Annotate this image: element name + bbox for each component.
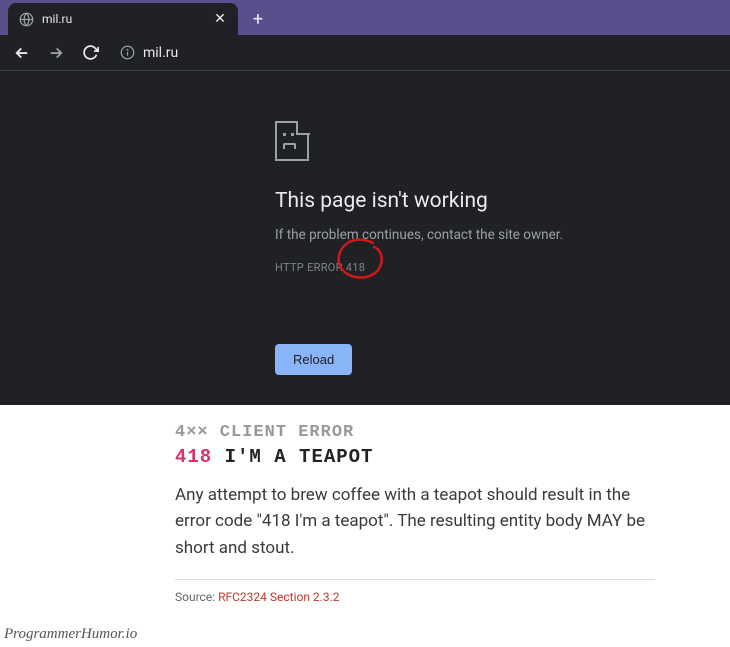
status-code: 418: [175, 446, 212, 468]
rfc-description: Any attempt to brew coffee with a teapot…: [175, 482, 655, 561]
reload-page-button[interactable]: Reload: [275, 344, 352, 375]
error-code: HTTP ERROR 418: [275, 261, 695, 274]
reload-button[interactable]: [76, 39, 104, 67]
back-button[interactable]: [8, 39, 36, 67]
chrome-error-page: This page isn't working If the problem c…: [0, 71, 730, 405]
tab-title: mil.ru: [42, 12, 204, 26]
url-text: mil.ru: [143, 45, 178, 61]
rfc-link[interactable]: RFC2324 Section 2.3.2: [218, 590, 339, 604]
error-name-line: 418 I'M A TEAPOT: [175, 446, 655, 468]
tab-bar: mil.ru ✕ +: [0, 0, 730, 35]
new-tab-button[interactable]: +: [244, 5, 272, 33]
address-bar: mil.ru: [0, 35, 730, 71]
divider: [175, 579, 655, 580]
watermark: ProgrammerHumor.io: [4, 626, 137, 643]
rfc-source: Source: RFC2324 Section 2.3.2: [175, 590, 655, 604]
globe-icon: [18, 11, 34, 27]
rfc-section: 4×× CLIENT ERROR 418 I'M A TEAPOT Any at…: [0, 405, 730, 614]
forward-button[interactable]: [42, 39, 70, 67]
close-icon[interactable]: ✕: [212, 11, 228, 27]
status-name: I'M A TEAPOT: [225, 446, 374, 468]
url-field[interactable]: mil.ru: [110, 39, 722, 67]
error-title: This page isn't working: [275, 189, 695, 213]
browser-tab[interactable]: mil.ru ✕: [8, 3, 238, 35]
info-icon[interactable]: [120, 45, 135, 60]
error-subtitle: If the problem continues, contact the si…: [275, 227, 695, 243]
browser-chrome: mil.ru ✕ + mil.ru: [0, 0, 730, 71]
error-category: 4×× CLIENT ERROR: [175, 423, 655, 442]
source-label: Source:: [175, 590, 218, 604]
dead-page-icon: [275, 121, 309, 161]
